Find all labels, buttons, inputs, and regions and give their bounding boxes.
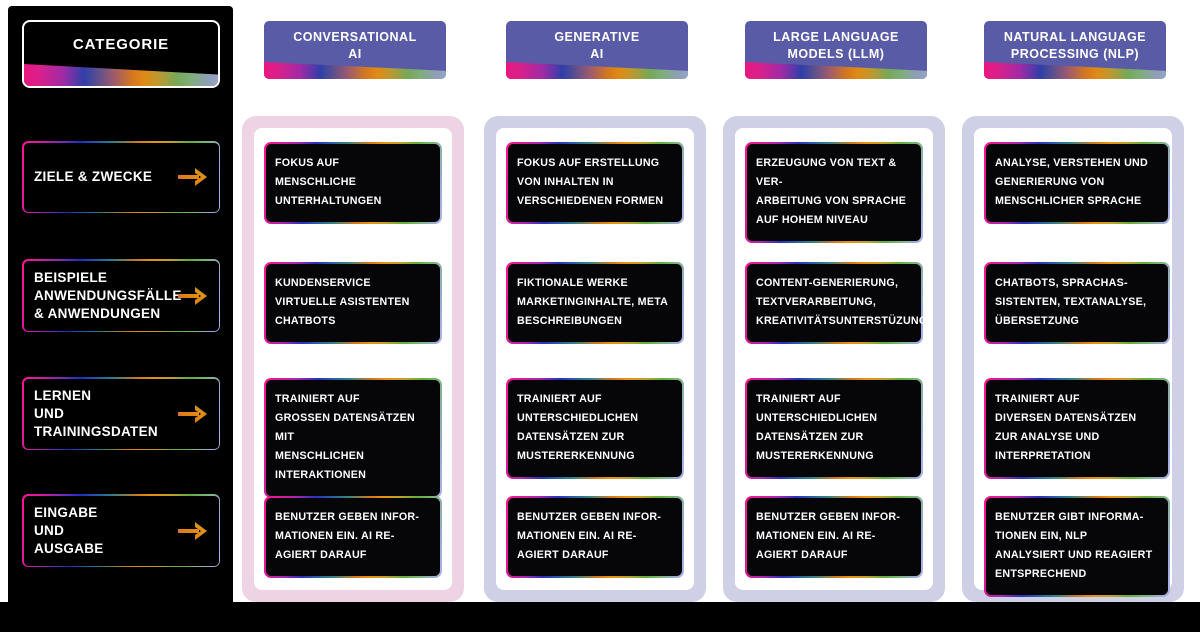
sidebar-item-beispiele-anwendungsfaelle[interactable]: BEISPIELE ANWENDUNGSFÄLLE & ANWENDUNGEN [22,259,220,332]
sidebar-item-label: LERNEN UND TRAININGSDATEN [34,387,158,439]
card-ziele-zwecke[interactable]: FOKUS AUF MENSCHLICHE UNTERHALTUNGEN [264,142,442,224]
card-beispiele[interactable]: CONTENT-GENERIERUNG, TEXTVERARBEITUNG, K… [745,262,928,344]
card-ziele-zwecke[interactable]: ERZEUGUNG VON TEXT & VER- ARBEITUNG VON … [745,142,923,243]
infographic-root: CATEGORIE ZIELE & ZWECKE BEISPIELE ANWEN… [0,0,1200,638]
card-eingabe-ausgabe[interactable]: BENUTZER GIBT INFORMA- TIONEN EIN, NLP A… [984,496,1170,597]
categorie-header: CATEGORIE [22,20,220,88]
card-text: BENUTZER GEBEN INFOR- MATIONEN EIN. AI R… [756,511,901,561]
card-text: TRAINIERT AUF GROSSEN DATENSÄTZEN MIT ME… [275,393,415,481]
card-beispiele[interactable]: FIKTIONALE WERKE MARKETINGINHALTE, META … [506,262,684,344]
column-header-title: NATURAL LANGUAGE PROCESSING (NLP) [1003,30,1147,61]
column-header[interactable]: NATURAL LANGUAGE PROCESSING (NLP) [982,19,1168,81]
card-beispiele[interactable]: CHATBOTS, SPRACHAS- SISTENTEN, TEXTANALY… [984,262,1170,344]
rainbow-wedge-icon [506,62,688,79]
sidebar-item-label: EINGABE UND AUSGABE [34,504,104,556]
card-text: CONTENT-GENERIERUNG, TEXTVERARBEITUNG, K… [756,277,928,327]
column-panel: ERZEUGUNG VON TEXT & VER- ARBEITUNG VON … [723,116,945,602]
card-text: BENUTZER GIBT INFORMA- TIONEN EIN, NLP A… [995,511,1153,580]
card-lernen-training[interactable]: TRAINIERT AUF GROSSEN DATENSÄTZEN MIT ME… [264,378,442,498]
card-text: TRAINIERT AUF UNTERSCHIEDLICHEN DATENSÄT… [756,393,878,462]
arrow-right-icon [177,403,209,425]
arrow-right-icon [177,285,209,307]
column-header[interactable]: CONVERSATIONAL AI [262,19,448,81]
card-text: ERZEUGUNG VON TEXT & VER- ARBEITUNG VON … [756,157,907,226]
card-lernen-training[interactable]: TRAINIERT AUF DIVERSEN DATENSÄTZEN ZUR A… [984,378,1170,479]
card-text: BENUTZER GEBEN INFOR- MATIONEN EIN. AI R… [517,511,662,561]
sidebar: CATEGORIE ZIELE & ZWECKE BEISPIELE ANWEN… [8,6,233,606]
card-lernen-training[interactable]: TRAINIERT AUF UNTERSCHIEDLICHEN DATENSÄT… [745,378,923,479]
footer-bar [0,602,1200,632]
card-text: ANALYSE, VERSTEHEN UND GENERIERUNG VON M… [995,157,1148,207]
card-ziele-zwecke[interactable]: ANALYSE, VERSTEHEN UND GENERIERUNG VON M… [984,142,1170,224]
card-text: KUNDENSERVICE VIRTUELLE ASISTENTEN CHATB… [275,277,410,327]
card-text: FIKTIONALE WERKE MARKETINGINHALTE, META … [517,277,669,327]
card-lernen-training[interactable]: TRAINIERT AUF UNTERSCHIEDLICHEN DATENSÄT… [506,378,684,479]
column-header[interactable]: LARGE LANGUAGE MODELS (LLM) [743,19,929,81]
sidebar-item-ziele-zwecke[interactable]: ZIELE & ZWECKE [22,141,220,213]
categorie-title: CATEGORIE [72,36,170,53]
column-panel: ANALYSE, VERSTEHEN UND GENERIERUNG VON M… [962,116,1184,602]
column-large-language-models: LARGE LANGUAGE MODELS (LLM) ERZEUGUNG VO… [723,6,945,602]
rainbow-wedge-icon [984,62,1166,79]
card-text: BENUTZER GEBEN INFOR- MATIONEN EIN. AI R… [275,511,420,561]
rainbow-wedge-icon [24,64,218,86]
card-text: TRAINIERT AUF UNTERSCHIEDLICHEN DATENSÄT… [517,393,639,462]
arrow-right-icon [177,520,209,542]
sidebar-item-label: BEISPIELE ANWENDUNGSFÄLLE & ANWENDUNGEN [34,269,182,321]
column-generative-ai: GENERATIVE AI FOKUS AUF ERSTELLUNG VON I… [484,6,706,602]
column-panel: FOKUS AUF MENSCHLICHE UNTERHALTUNGEN KUN… [242,116,464,602]
arrow-right-icon [177,166,209,188]
rainbow-wedge-icon [264,62,446,79]
card-eingabe-ausgabe[interactable]: BENUTZER GEBEN INFOR- MATIONEN EIN. AI R… [506,496,684,578]
column-panel: FOKUS AUF ERSTELLUNG VON INHALTEN IN VER… [484,116,706,602]
sidebar-item-eingabe-ausgabe[interactable]: EINGABE UND AUSGABE [22,494,220,567]
card-eingabe-ausgabe[interactable]: BENUTZER GEBEN INFOR- MATIONEN EIN. AI R… [745,496,923,578]
sidebar-item-label: ZIELE & ZWECKE [34,169,153,184]
rainbow-wedge-icon [745,62,927,79]
card-beispiele[interactable]: KUNDENSERVICE VIRTUELLE ASISTENTEN CHATB… [264,262,442,344]
column-header-title: CONVERSATIONAL AI [293,30,417,61]
sidebar-item-lernen-trainingsdaten[interactable]: LERNEN UND TRAININGSDATEN [22,377,220,450]
card-text: FOKUS AUF MENSCHLICHE UNTERHALTUNGEN [275,157,382,207]
card-text: FOKUS AUF ERSTELLUNG VON INHALTEN IN VER… [517,157,664,207]
card-text: TRAINIERT AUF DIVERSEN DATENSÄTZEN ZUR A… [995,393,1137,462]
card-ziele-zwecke[interactable]: FOKUS AUF ERSTELLUNG VON INHALTEN IN VER… [506,142,684,224]
column-header-title: GENERATIVE AI [554,30,640,61]
column-conversational-ai: CONVERSATIONAL AI FOKUS AUF MENSCHLICHE … [242,6,464,602]
card-text: CHATBOTS, SPRACHAS- SISTENTEN, TEXTANALY… [995,277,1147,327]
card-eingabe-ausgabe[interactable]: BENUTZER GEBEN INFOR- MATIONEN EIN. AI R… [264,496,442,578]
column-natural-language-processing: NATURAL LANGUAGE PROCESSING (NLP) ANALYS… [962,6,1184,602]
column-header[interactable]: GENERATIVE AI [504,19,690,81]
column-header-title: LARGE LANGUAGE MODELS (LLM) [773,30,899,61]
